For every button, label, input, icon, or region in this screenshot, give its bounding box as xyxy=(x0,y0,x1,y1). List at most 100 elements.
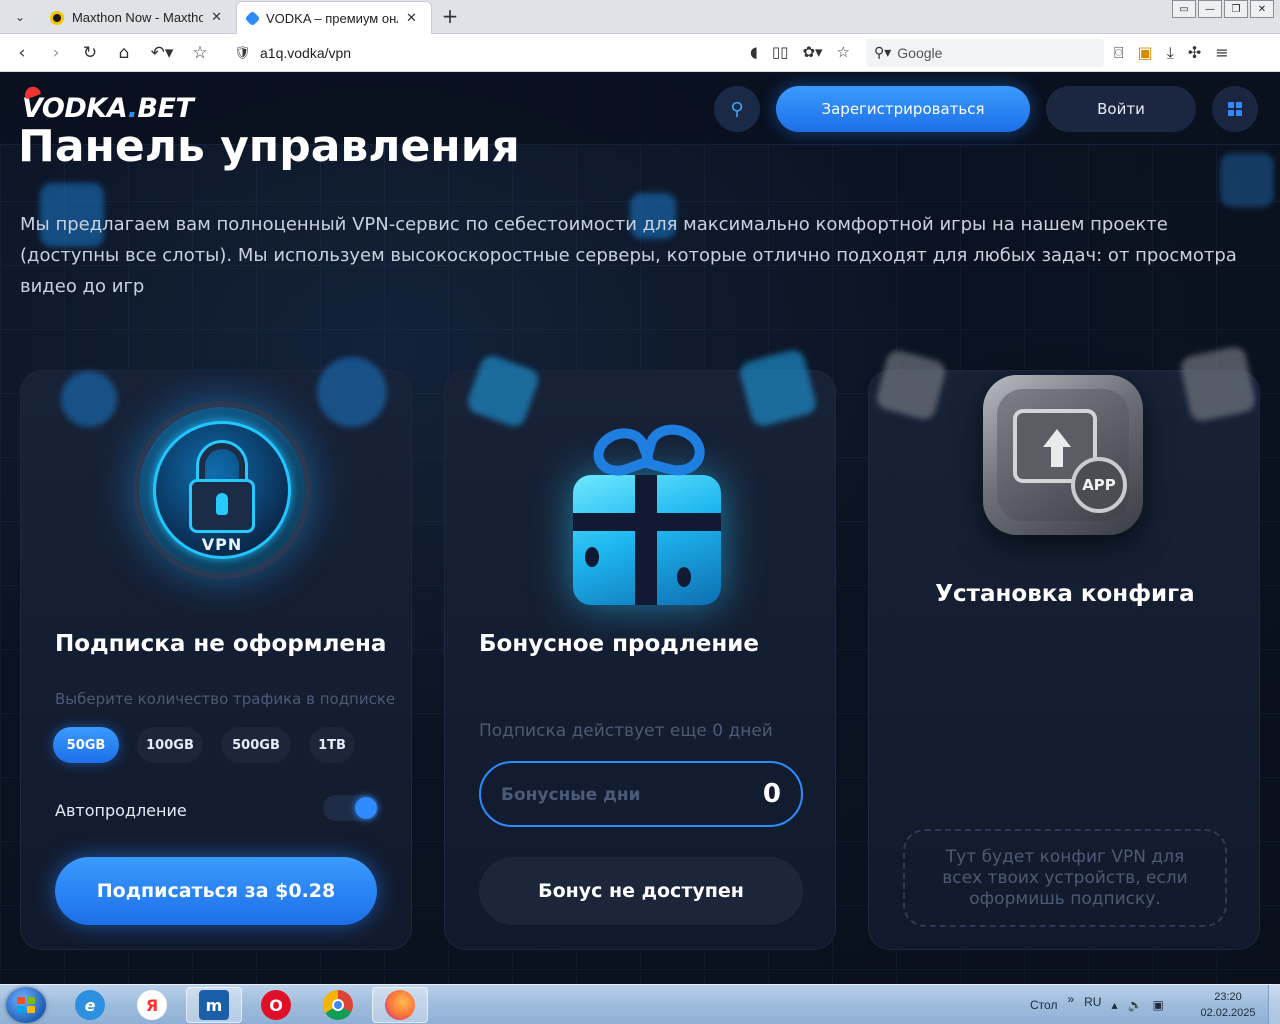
taskbar-maxthon[interactable]: m xyxy=(186,987,242,1023)
browser-toolbar: ⌼ ▣ ⤓ ✣ ≡ xyxy=(1114,43,1229,63)
autorenew-label: Автопродление xyxy=(55,801,187,820)
volume-icon[interactable]: 🔈 xyxy=(1128,998,1143,1012)
taskbar-internet-explorer[interactable]: e xyxy=(62,987,118,1023)
decor-coin-icon xyxy=(61,371,117,427)
browser-tabbar: ⌄ Maxthon Now - Maxtho ✕ VODKA – премиум… xyxy=(0,0,1280,34)
decor-app-icon xyxy=(1178,344,1258,424)
register-button[interactable]: Зарегистрироваться xyxy=(776,86,1030,132)
chrome-icon xyxy=(323,990,353,1020)
taskbar-firefox[interactable] xyxy=(372,987,428,1023)
clock-date: 02.02.2025 xyxy=(1200,1007,1256,1019)
emblem-label: VPN xyxy=(201,535,243,554)
tab-title: Maxthon Now - Maxtho xyxy=(71,10,204,25)
extensions-icon[interactable]: ✣ xyxy=(1188,43,1201,63)
system-tray: Стол » RU ▴ 🔈 ▣ xyxy=(1030,985,1164,1024)
restore-button[interactable]: ❐ xyxy=(1224,0,1248,18)
tab-vodka[interactable]: VODKA – премиум онла ✕ xyxy=(236,1,432,34)
home-icon[interactable]: ⌂ xyxy=(112,41,136,65)
autorenew-toggle[interactable] xyxy=(323,795,379,821)
close-window-button[interactable]: ✕ xyxy=(1250,0,1274,18)
windows-taskbar: e Я m O Стол » RU ▴ 🔈 ▣ 23:20 02.02.2025 xyxy=(0,984,1280,1024)
notes-icon[interactable]: ▣ xyxy=(1138,43,1153,63)
reload-icon[interactable]: ↻ xyxy=(78,41,102,65)
show-desktop-button[interactable] xyxy=(1268,985,1280,1024)
browser-navbar: ‹ › ↻ ⌂ ↶▾ ☆ 🛡 a1q.vodka/vpn ◖ ▯▯ ✿▾ ☆ ⚲… xyxy=(0,34,1280,72)
bonus-days-placeholder: Бонусные дни xyxy=(501,785,641,805)
site-security-icon[interactable]: 🛡 xyxy=(234,46,252,61)
gift-box-icon xyxy=(565,417,725,607)
firefox-icon xyxy=(385,990,415,1020)
bonus-card: Бонусное продление Подписка действует ещ… xyxy=(444,347,836,950)
opera-icon: O xyxy=(261,990,291,1020)
subscribe-button[interactable]: Подписаться за $0.28 xyxy=(55,857,377,925)
maxthon-icon: m xyxy=(199,990,229,1020)
tray-expand-icon[interactable]: ▴ xyxy=(1111,998,1117,1012)
desktop-toolbar-label[interactable]: Стол xyxy=(1030,998,1057,1012)
subscription-card: VPN Подписка не оформлена Выберите колич… xyxy=(20,357,412,950)
search-box[interactable]: ⚲▾ Google xyxy=(866,39,1104,67)
forward-icon[interactable]: › xyxy=(44,41,68,65)
grid-icon xyxy=(1228,102,1242,116)
subscription-title: Подписка не оформлена xyxy=(55,631,387,657)
site-logo[interactable]: VODKA.BET xyxy=(22,84,194,124)
tab-close-icon[interactable]: ✕ xyxy=(406,11,417,26)
page-description: Мы предлагаем вам полноценный VPN-сервис… xyxy=(20,214,1237,297)
back-icon[interactable]: ‹ xyxy=(10,41,34,65)
config-title: Установка конфига xyxy=(935,581,1195,607)
url-text[interactable]: a1q.vodka/vpn xyxy=(260,45,351,61)
yandex-browser-icon: Я xyxy=(137,990,167,1020)
reader-mode-icon[interactable]: ▯▯ xyxy=(772,43,789,61)
bonus-button[interactable]: Бонус не доступен xyxy=(479,857,803,925)
vpn-lock-emblem-icon: VPN xyxy=(133,401,311,579)
language-indicator[interactable]: RU xyxy=(1084,995,1101,1009)
address-bar-tools: ◖ ▯▯ ✿▾ ☆ xyxy=(750,43,850,61)
traffic-option-50gb[interactable]: 50GB xyxy=(53,727,119,763)
traffic-option-500gb[interactable]: 500GB xyxy=(221,727,291,763)
add-favorite-icon[interactable]: ☆ xyxy=(837,43,850,61)
taskbar-opera[interactable]: O xyxy=(248,987,304,1023)
adblock-icon[interactable]: ✿▾ xyxy=(802,43,822,61)
apps-menu-button[interactable] xyxy=(1212,86,1258,132)
maxthon-favicon-icon xyxy=(50,10,64,25)
window-layout-button[interactable]: ▭ xyxy=(1172,0,1196,18)
search-icon: ⚲▾ xyxy=(874,45,892,61)
logo-main: VODKA xyxy=(22,93,128,124)
vodka-favicon-icon xyxy=(244,10,261,26)
tab-close-icon[interactable]: ✕ xyxy=(211,10,222,25)
logo-suffix: BET xyxy=(137,93,194,124)
window-controls: ▭ — ❐ ✕ xyxy=(1172,0,1274,18)
taskbar-yandex-browser[interactable]: Я xyxy=(124,987,180,1023)
network-icon[interactable]: ▣ xyxy=(1152,998,1163,1012)
logo-dot: . xyxy=(127,93,138,124)
taskbar-chrome[interactable] xyxy=(310,987,366,1023)
start-button[interactable] xyxy=(6,987,46,1023)
windows-logo-icon xyxy=(17,997,35,1013)
bonus-days-field[interactable]: Бонусные дни 0 xyxy=(479,761,803,827)
bonus-days-value: 0 xyxy=(762,779,781,809)
minimize-button[interactable]: — xyxy=(1198,0,1222,18)
clock-time: 23:20 xyxy=(1214,991,1242,1003)
traffic-option-1tb[interactable]: 1TB xyxy=(309,727,355,763)
new-tab-button[interactable]: + xyxy=(440,5,460,29)
bookmark-star-icon[interactable]: ☆ xyxy=(188,41,212,65)
address-bar[interactable]: 🛡 a1q.vodka/vpn ◖ ▯▯ ✿▾ ☆ xyxy=(226,39,858,67)
system-clock[interactable]: 23:20 02.02.2025 xyxy=(1196,989,1260,1021)
site-search-button[interactable]: ⚲ xyxy=(714,86,760,132)
config-placeholder: Тут будет конфиг VPN для всех твоих устр… xyxy=(903,829,1227,927)
screenshot-icon[interactable]: ⌼ xyxy=(1114,43,1124,63)
login-button[interactable]: Войти xyxy=(1046,86,1196,132)
download-icon[interactable]: ⤓ xyxy=(1167,43,1174,63)
tab-maxthon[interactable]: Maxthon Now - Maxtho ✕ xyxy=(40,1,232,34)
read-aloud-icon[interactable]: ◖ xyxy=(750,43,758,61)
vpn-page: VODKA.BET ⚲ Зарегистрироваться Войти Пан… xyxy=(0,73,1280,984)
toolbar-expand-icon[interactable]: » xyxy=(1067,992,1074,1006)
bonus-title: Бонусное продление xyxy=(479,631,759,657)
config-card: APP Установка конфига Тут будет конфиг V… xyxy=(868,344,1260,950)
decor-coin-icon xyxy=(317,357,387,427)
traffic-option-100gb[interactable]: 100GB xyxy=(137,727,203,763)
search-engine-placeholder: Google xyxy=(897,45,943,61)
app-badge: APP xyxy=(1071,457,1127,513)
undo-close-tab-icon[interactable]: ↶▾ xyxy=(146,41,178,65)
tab-list-chevron-icon[interactable]: ⌄ xyxy=(6,5,34,29)
menu-icon[interactable]: ≡ xyxy=(1215,43,1228,63)
